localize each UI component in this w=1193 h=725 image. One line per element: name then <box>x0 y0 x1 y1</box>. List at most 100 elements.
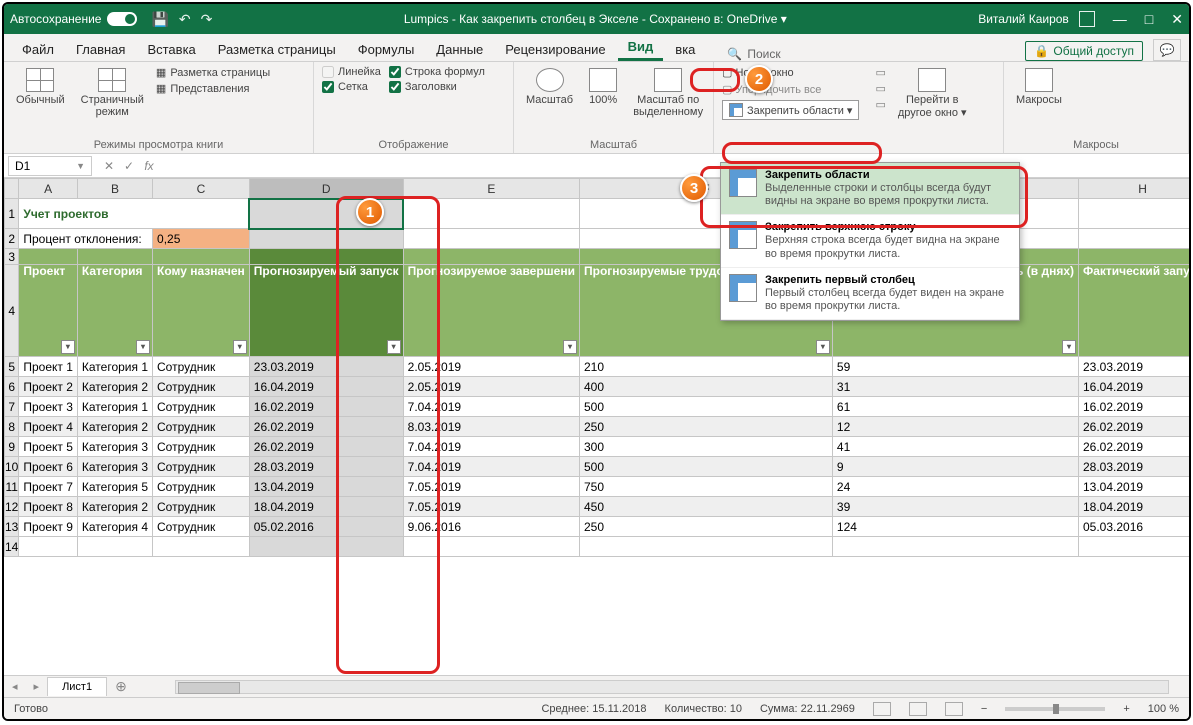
tab-help[interactable]: вка <box>665 37 705 61</box>
planned-hours[interactable]: 450 <box>579 497 832 517</box>
show-ruler-checkbox[interactable]: Линейка <box>322 66 381 78</box>
view-pagelayout-button[interactable]: ▦Разметка страницы <box>156 66 270 79</box>
col-header-a[interactable]: A <box>19 179 78 199</box>
actual-start[interactable]: 16.04.2019 <box>1079 377 1190 397</box>
category[interactable]: Категория 3 <box>77 437 152 457</box>
switch-window-button[interactable]: Перейти в другое окно ▾ <box>894 66 971 121</box>
deviation-value[interactable]: 0,25 <box>153 229 250 249</box>
actual-start[interactable]: 18.04.2019 <box>1079 497 1190 517</box>
col-header-h[interactable]: H <box>1079 179 1190 199</box>
show-headings-checkbox[interactable]: Заголовки <box>389 81 485 93</box>
tab-review[interactable]: Рецензирование <box>495 37 615 61</box>
filter-icon[interactable]: ▾ <box>233 340 247 354</box>
row-header[interactable]: 10 <box>5 457 19 477</box>
cell[interactable] <box>403 199 579 229</box>
planned-start[interactable]: 26.02.2019 <box>249 417 403 437</box>
project-name[interactable]: Проект 5 <box>19 437 78 457</box>
planned-end[interactable]: 7.05.2019 <box>403 497 579 517</box>
zoom-out-button[interactable]: − <box>981 703 987 715</box>
formula-input[interactable] <box>162 164 1189 168</box>
assignee[interactable]: Сотрудник <box>153 357 250 377</box>
category[interactable]: Категория 4 <box>77 517 152 537</box>
name-box[interactable]: D1▼ <box>8 156 92 176</box>
row-header[interactable]: 3 <box>5 249 19 265</box>
table-header[interactable]: Проект▾ <box>19 265 78 357</box>
planned-start[interactable]: 23.03.2019 <box>249 357 403 377</box>
tab-layout[interactable]: Разметка страницы <box>208 37 346 61</box>
project-name[interactable]: Проект 9 <box>19 517 78 537</box>
view-break-icon[interactable] <box>945 702 963 716</box>
planned-end[interactable]: 7.04.2019 <box>403 437 579 457</box>
tab-view[interactable]: Вид <box>618 34 664 61</box>
table-header[interactable]: Прогнозируемое завершени▾ <box>403 265 579 357</box>
zoom-slider[interactable] <box>1005 707 1105 711</box>
row-header[interactable]: 9 <box>5 437 19 457</box>
cell[interactable] <box>19 249 78 265</box>
horizontal-scrollbar[interactable] <box>175 680 1169 694</box>
macros-button[interactable]: Макросы <box>1012 66 1066 108</box>
planned-start[interactable]: 28.03.2019 <box>249 457 403 477</box>
planned-end[interactable]: 2.05.2019 <box>403 357 579 377</box>
planned-days[interactable]: 61 <box>832 397 1078 417</box>
planned-hours[interactable]: 210 <box>579 357 832 377</box>
planned-days[interactable]: 12 <box>832 417 1078 437</box>
planned-days[interactable]: 31 <box>832 377 1078 397</box>
row-header[interactable]: 7 <box>5 397 19 417</box>
cell[interactable] <box>19 537 78 557</box>
category[interactable]: Категория 2 <box>77 497 152 517</box>
minimize-icon[interactable]: — <box>1113 11 1127 27</box>
cell[interactable] <box>403 229 579 249</box>
row-header[interactable]: 11 <box>5 477 19 497</box>
cell[interactable] <box>77 537 152 557</box>
planned-end[interactable]: 8.03.2019 <box>403 417 579 437</box>
planned-days[interactable]: 24 <box>832 477 1078 497</box>
sheet-tab[interactable]: Лист1 <box>47 677 107 696</box>
category[interactable]: Категория 3 <box>77 457 152 477</box>
comments-button[interactable]: 💬 <box>1153 39 1181 61</box>
enter-icon[interactable]: ✓ <box>120 159 138 173</box>
project-name[interactable]: Проект 4 <box>19 417 78 437</box>
project-name[interactable]: Проект 2 <box>19 377 78 397</box>
redo-icon[interactable]: ↷ <box>201 11 213 28</box>
planned-start[interactable]: 16.02.2019 <box>249 397 403 417</box>
view-normal-button[interactable]: Обычный <box>12 66 69 108</box>
planned-end[interactable]: 7.04.2019 <box>403 457 579 477</box>
view-layout-icon[interactable] <box>909 702 927 716</box>
zoom-value[interactable]: 100 % <box>1148 703 1179 715</box>
show-formulabar-checkbox[interactable]: Строка формул <box>389 66 485 78</box>
close-icon[interactable]: ✕ <box>1171 11 1183 28</box>
cell[interactable] <box>1079 537 1190 557</box>
new-window-button[interactable]: ▢ Новое окно <box>722 66 859 79</box>
planned-start[interactable]: 05.02.2016 <box>249 517 403 537</box>
zoom-selection-button[interactable]: Масштаб по выделенному <box>629 66 707 120</box>
row-header[interactable]: 1 <box>5 199 19 229</box>
cell[interactable] <box>77 249 152 265</box>
actual-start[interactable]: 26.02.2019 <box>1079 437 1190 457</box>
sheet-nav-prev[interactable]: ◂ <box>4 680 26 693</box>
ribbon-options-icon[interactable] <box>1079 11 1095 27</box>
planned-days[interactable]: 124 <box>832 517 1078 537</box>
row-header[interactable]: 4 <box>5 265 19 357</box>
row-header[interactable]: 2 <box>5 229 19 249</box>
autosave-toggle[interactable] <box>107 12 137 26</box>
planned-hours[interactable]: 300 <box>579 437 832 457</box>
tab-file[interactable]: Файл <box>12 37 64 61</box>
select-all-corner[interactable] <box>5 179 19 199</box>
row-header[interactable]: 12 <box>5 497 19 517</box>
zoom-in-button[interactable]: + <box>1123 703 1129 715</box>
filter-icon[interactable]: ▾ <box>61 340 75 354</box>
filter-icon[interactable]: ▾ <box>387 340 401 354</box>
filter-icon[interactable]: ▾ <box>1062 340 1076 354</box>
cell[interactable] <box>153 537 250 557</box>
fx-icon[interactable]: fx <box>140 159 158 173</box>
planned-hours[interactable]: 400 <box>579 377 832 397</box>
maximize-icon[interactable]: □ <box>1145 11 1153 27</box>
zoom-100-button[interactable]: 100% <box>585 66 621 108</box>
col-header-c[interactable]: C <box>153 179 250 199</box>
tab-data[interactable]: Данные <box>426 37 493 61</box>
col-header-e[interactable]: E <box>403 179 579 199</box>
assignee[interactable]: Сотрудник <box>153 457 250 477</box>
col-header-b[interactable]: B <box>77 179 152 199</box>
planned-hours[interactable]: 750 <box>579 477 832 497</box>
assignee[interactable]: Сотрудник <box>153 397 250 417</box>
